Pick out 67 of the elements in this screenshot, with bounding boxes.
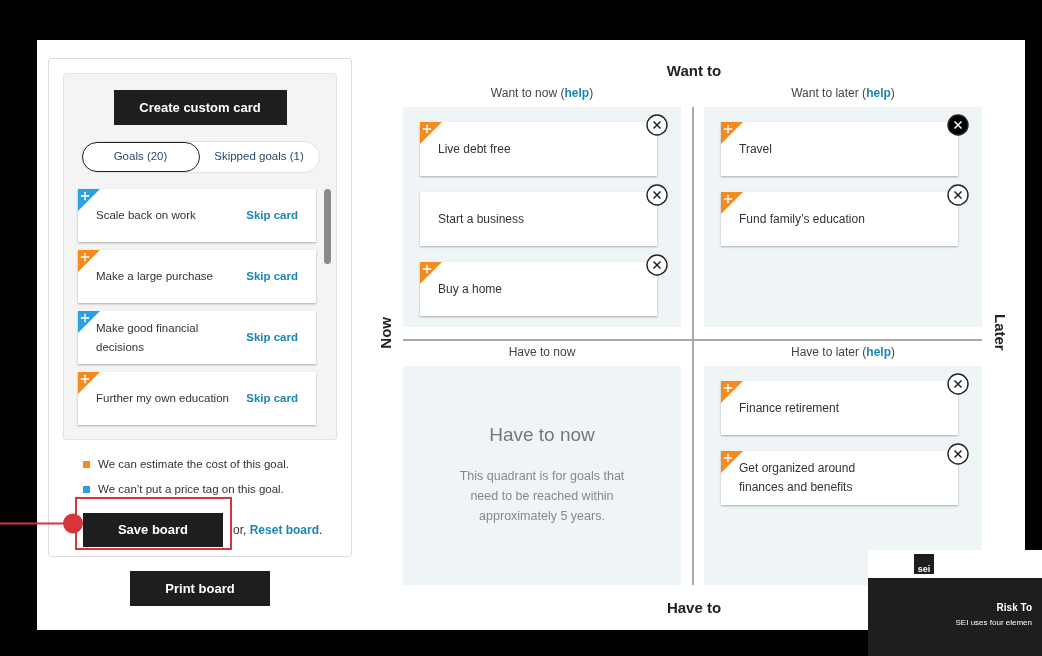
close-icon[interactable] <box>947 184 969 206</box>
legend-swatch-icon <box>83 486 90 494</box>
skip-card-link[interactable]: Skip card <box>246 267 298 286</box>
goal-title: Buy a home <box>438 280 504 298</box>
move-icon[interactable] <box>721 192 743 214</box>
scrollbar-thumb[interactable] <box>324 189 331 264</box>
skip-card-link[interactable]: Skip card <box>246 328 298 347</box>
legend-text: We can estimate the cost of this goal. <box>98 457 289 472</box>
axis-label: Have to <box>666 598 722 618</box>
legend-text: We can’t put a price tag on this goal. <box>98 482 284 498</box>
goal-card[interactable]: Scale back on work Skip card <box>78 189 316 242</box>
goal-card[interactable]: Live debt free <box>420 122 657 176</box>
help-link[interactable]: help <box>866 345 891 359</box>
axis-label: Now <box>376 316 396 349</box>
skip-card-link[interactable]: Skip card <box>246 389 298 408</box>
goal-card[interactable]: Buy a home <box>420 262 657 316</box>
preview-subtitle: SEI uses four elemen <box>955 617 1032 629</box>
goal-card[interactable]: Travel <box>721 122 958 176</box>
axis-label: Want to <box>666 62 722 80</box>
logo: sei <box>914 554 934 574</box>
move-icon[interactable] <box>721 381 743 403</box>
goal-title: Live debt free <box>438 140 512 158</box>
goal-card[interactable]: Fund family’s education <box>721 192 958 246</box>
goal-title: Finance retirement <box>739 399 841 417</box>
goal-title: Make good financial decisions <box>96 320 200 355</box>
quadrant-title: Want to later (help) <box>791 85 895 102</box>
goal-card[interactable]: Get organized around finances and benefits <box>721 451 958 505</box>
move-icon[interactable] <box>420 122 442 144</box>
preview-title: Risk To <box>996 601 1032 615</box>
close-icon[interactable] <box>947 373 969 395</box>
move-icon[interactable] <box>78 189 100 211</box>
quadrant-title: Have to later (help) <box>790 344 895 361</box>
quadrant-title: Have to now <box>508 344 576 361</box>
goal-title: Scale back on work <box>96 208 197 223</box>
close-icon[interactable] <box>646 184 668 206</box>
goal-card[interactable]: Make good financial decisions Skip card <box>78 311 316 364</box>
axis-label: Later <box>991 314 1011 351</box>
goals-tab[interactable]: Skipped goals (1) <box>199 142 319 172</box>
move-icon[interactable] <box>78 372 100 394</box>
goal-title: Further my own education <box>96 391 230 406</box>
quadrant-description: This quadrant is for goals that need to be reached within approximately 5 years. <box>458 467 626 525</box>
help-link[interactable]: help <box>866 86 891 100</box>
close-icon[interactable] <box>646 254 668 276</box>
close-icon[interactable] <box>947 114 969 136</box>
goal-card[interactable]: Make a large purchase Skip card <box>78 250 316 303</box>
skip-card-link[interactable]: Skip card <box>246 206 298 225</box>
move-icon[interactable] <box>78 250 100 272</box>
save-board-button[interactable]: Save board <box>83 512 223 547</box>
goal-title: Get organized around finances and benefits <box>739 460 857 496</box>
print-board-button[interactable]: Print board <box>130 571 270 606</box>
goal-card[interactable]: Finance retirement <box>721 381 958 435</box>
create-custom-card-button[interactable]: Create custom card <box>113 90 287 125</box>
move-icon[interactable] <box>721 122 743 144</box>
quadrant-heading: Have to now <box>489 423 595 447</box>
move-icon[interactable] <box>420 262 442 284</box>
close-icon[interactable] <box>646 114 668 136</box>
quadrant-title: Want to now (help) <box>490 85 594 102</box>
help-link[interactable]: help <box>564 86 590 100</box>
goal-card[interactable]: Further my own education Skip card <box>78 372 316 425</box>
goal-title: Make a large purchase <box>96 269 214 284</box>
goal-title: Fund family’s education <box>739 210 866 228</box>
goal-title: Travel <box>739 140 773 158</box>
legend-swatch-icon <box>83 461 90 469</box>
goal-card[interactable]: Start a business <box>420 192 657 246</box>
close-icon[interactable] <box>947 443 969 465</box>
reset-board-text: or, Reset board. <box>233 521 323 539</box>
goal-title: Start a business <box>438 210 526 228</box>
